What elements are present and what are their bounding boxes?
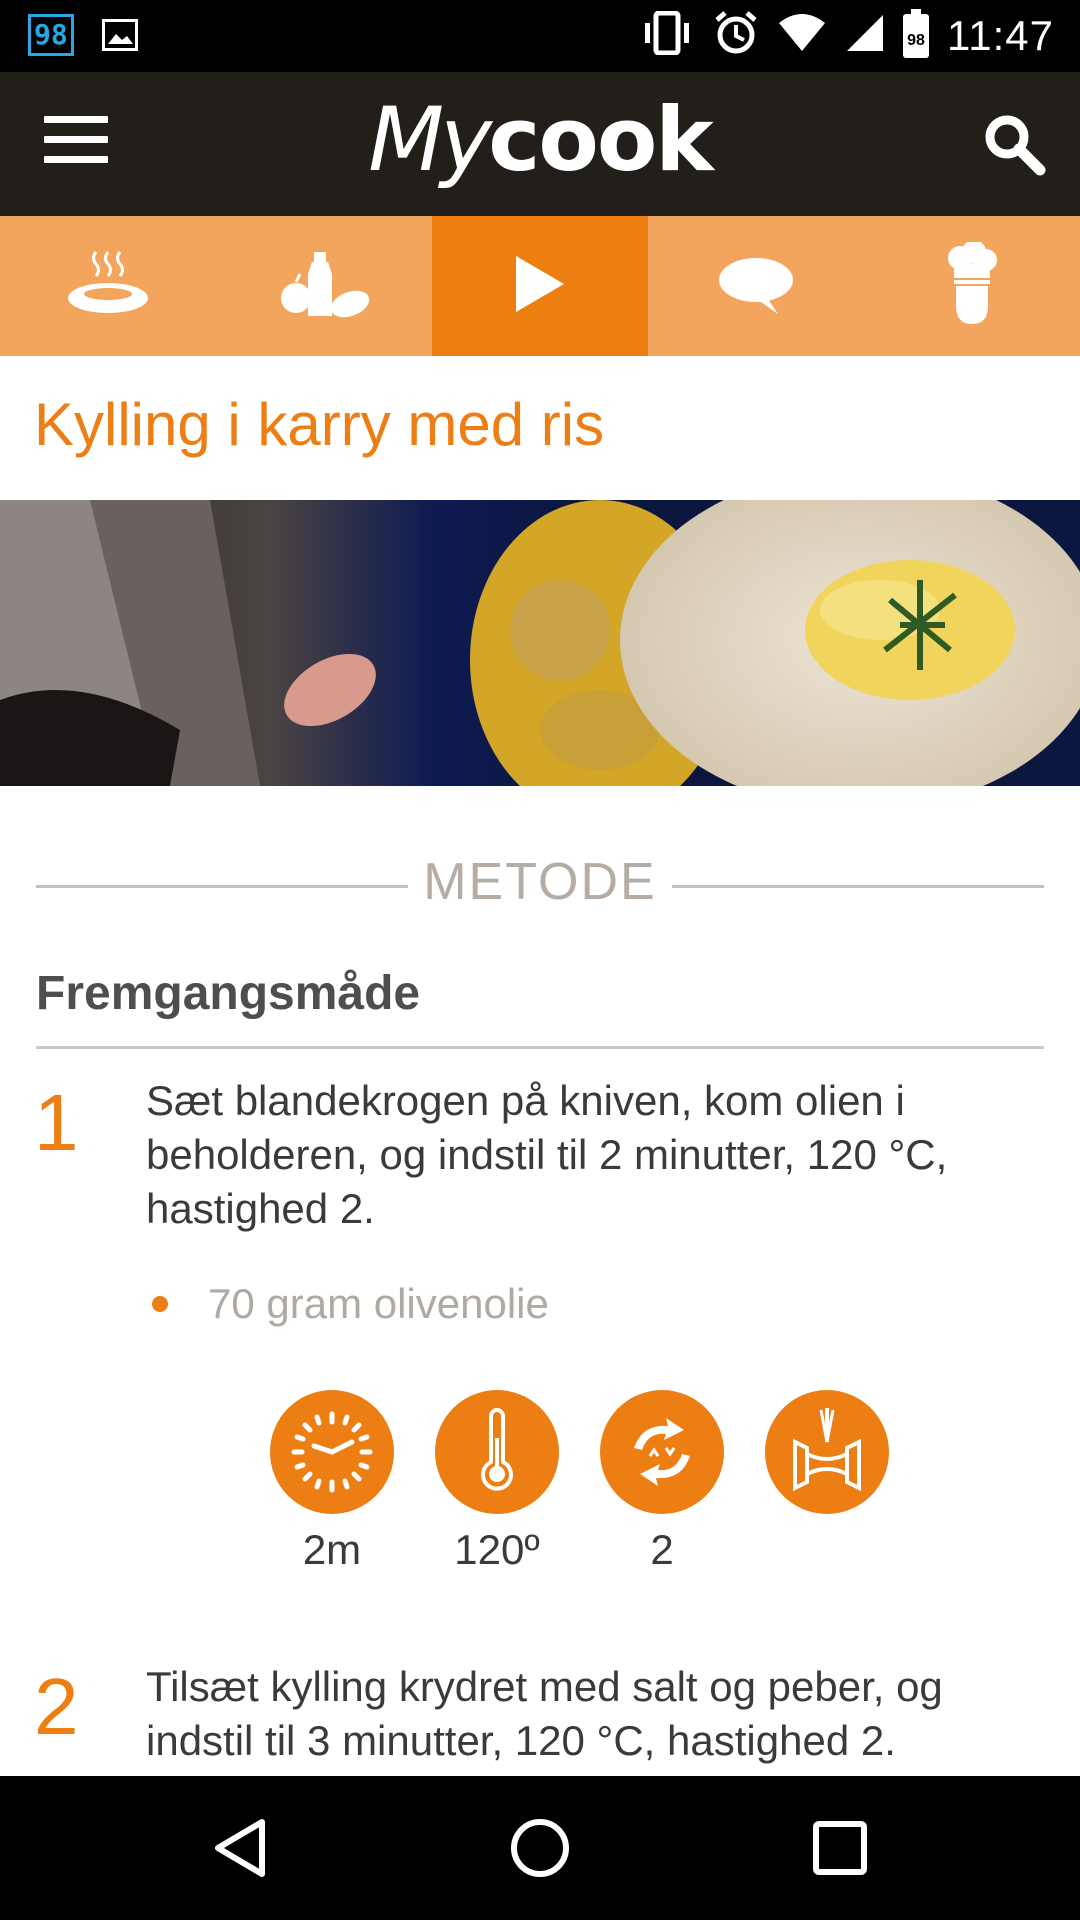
tab-bar: [0, 216, 1080, 356]
ingredient-text: 70 gram olivenolie: [208, 1280, 549, 1327]
chef-icon: [942, 239, 1002, 331]
section-label: METODE: [423, 853, 657, 911]
tab-ingredients[interactable]: [216, 216, 432, 356]
recipe-photo: [0, 500, 1080, 786]
status-bar: 98 98 11:47: [0, 0, 1080, 72]
comment-icon: [716, 252, 796, 321]
step-number: 2: [34, 1662, 79, 1751]
subheading-divider: [36, 1046, 1044, 1049]
setting-speed: 2: [598, 1390, 726, 1576]
step-text: Sæt blandekrogen på kniven, kom olien i …: [146, 1077, 948, 1232]
speed-icon: [600, 1390, 724, 1514]
setting-accessory: [763, 1390, 891, 1576]
method-subheading: Fremgangsmåde: [36, 967, 421, 1020]
ingredient-item: 70 gram olivenolie: [152, 1280, 549, 1328]
logo-cook: cook: [488, 88, 714, 191]
section-divider-right: [672, 885, 1044, 888]
dish-icon: [66, 248, 150, 325]
home-icon[interactable]: [504, 1812, 576, 1884]
section-header: METODE: [36, 850, 1044, 920]
setting-time: 2m: [268, 1390, 396, 1576]
status-time: 11:47: [947, 11, 1054, 59]
tab-chef[interactable]: [864, 216, 1080, 356]
setting-temperature-value: 120º: [454, 1526, 540, 1573]
ingredients-icon: [276, 246, 372, 327]
app-logo: Mycook: [0, 90, 1080, 190]
vibrate-icon: [639, 10, 695, 60]
setting-speed-value: 2: [650, 1526, 674, 1573]
thermometer-icon: [435, 1390, 559, 1514]
setting-temperature: 120º: [433, 1390, 561, 1576]
battery-icon: 98: [903, 8, 929, 58]
alarm-icon: [713, 10, 759, 61]
setting-accessory-value: [763, 1526, 891, 1576]
title-area: Kylling i karry med ris: [0, 356, 1080, 500]
mixing-paddle-icon: [765, 1390, 889, 1514]
back-icon[interactable]: [206, 1812, 278, 1884]
recipe-title: Kylling i karry med ris: [34, 391, 605, 458]
play-icon: [510, 252, 570, 321]
wifi-icon: [777, 13, 827, 58]
tab-comments[interactable]: [648, 216, 864, 356]
search-icon[interactable]: [978, 108, 1050, 180]
step-text: Tilsæt kylling krydret med salt og peber…: [146, 1663, 943, 1764]
setting-time-value: 2m: [302, 1526, 362, 1573]
timer-icon: [270, 1390, 394, 1514]
recents-icon[interactable]: [804, 1812, 876, 1884]
signal-icon: [845, 13, 885, 58]
navigation-bar: [0, 1776, 1080, 1920]
image-icon: [101, 19, 138, 51]
bullet-icon: [152, 1296, 168, 1312]
notification-badge: 98: [28, 14, 74, 56]
step-number: 1: [34, 1078, 79, 1167]
tab-play[interactable]: [432, 216, 648, 356]
tab-dish[interactable]: [0, 216, 216, 356]
logo-my: My: [368, 88, 492, 191]
app-bar: Mycook: [0, 72, 1080, 216]
